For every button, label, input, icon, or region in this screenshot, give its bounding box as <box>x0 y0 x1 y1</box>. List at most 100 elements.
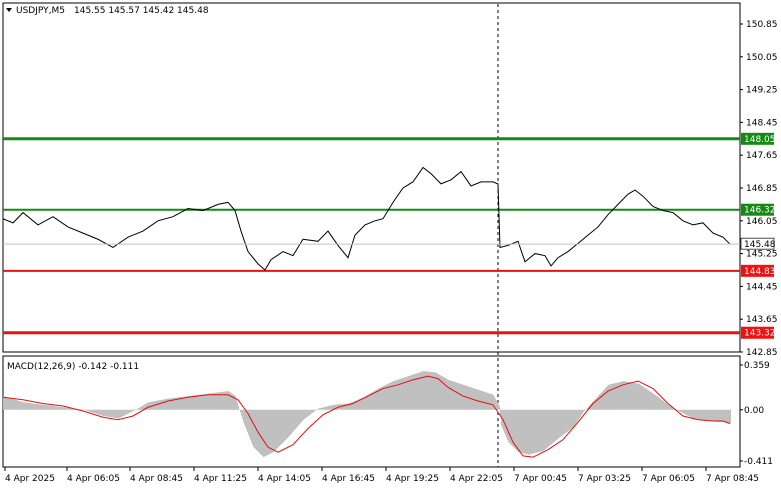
macd-bar <box>686 409 687 415</box>
macd-bar <box>490 393 491 410</box>
macd-bar <box>699 409 700 420</box>
macd-bar <box>373 391 374 410</box>
macd-bar <box>447 379 448 410</box>
macd-bar <box>556 409 557 441</box>
macd-bar <box>375 390 376 410</box>
macd-bar <box>306 409 307 418</box>
macd-bar <box>427 371 428 410</box>
macd-bar <box>638 383 639 410</box>
macd-bar <box>150 401 151 410</box>
macd-bar <box>479 390 480 410</box>
macd-bar <box>291 409 292 434</box>
macd-bar <box>139 407 140 410</box>
macd-bar <box>65 407 66 410</box>
macd-bar <box>336 404 337 410</box>
macd-bar <box>529 409 530 455</box>
macd-bar <box>185 396 186 410</box>
macd-bar <box>156 400 157 410</box>
macd-bar <box>108 409 109 417</box>
macd-bar <box>208 393 209 410</box>
macd-bar <box>629 382 630 410</box>
macd-bar <box>395 380 396 410</box>
macd-bar <box>665 402 666 410</box>
macd-bar <box>385 385 386 410</box>
macd-bar <box>380 387 381 410</box>
macd-bar <box>693 409 694 419</box>
macd-bar <box>367 394 368 410</box>
macd-bar <box>15 399 16 410</box>
macd-bar <box>307 409 308 417</box>
macd-bar <box>515 409 516 450</box>
macd-bar <box>566 409 567 433</box>
macd-bar <box>254 409 255 449</box>
macd-bar <box>545 409 546 450</box>
macd-bar <box>723 409 724 423</box>
macd-bar <box>67 407 68 410</box>
macd-bar <box>369 393 370 410</box>
macd-bar <box>454 381 455 410</box>
macd-bar <box>277 409 278 449</box>
symbol-label: USDJPY,M5 <box>16 6 65 16</box>
macd-bar <box>21 401 22 410</box>
macd-bar <box>634 382 635 410</box>
macd-bar <box>476 389 477 410</box>
macd-bar <box>229 391 230 410</box>
macd-bar <box>649 390 650 410</box>
macd-bar <box>232 393 233 410</box>
macd-bar <box>614 383 615 410</box>
macd-bar <box>632 382 633 410</box>
macd-bar <box>47 405 48 410</box>
macd-bar <box>4 396 5 410</box>
macd-bar <box>107 409 108 417</box>
macd-bar <box>698 409 699 420</box>
macd-bar <box>3 396 4 410</box>
macd-bar <box>278 409 279 448</box>
macd-bar <box>161 399 162 410</box>
macd-bar <box>550 409 551 446</box>
macd-bar <box>539 409 540 452</box>
time-axis-label: 4 Apr 14:05 <box>258 474 311 484</box>
macd-bar <box>195 395 196 410</box>
macd-bar <box>640 384 641 410</box>
macd-bar <box>12 398 13 410</box>
macd-bar <box>240 409 241 413</box>
macd-bar <box>100 409 101 416</box>
macd-bar <box>227 391 228 410</box>
macd-bar <box>252 409 253 445</box>
macd-bar <box>98 409 99 415</box>
macd-bar <box>666 403 667 410</box>
macd-bar <box>496 400 497 410</box>
macd-bar <box>126 409 127 415</box>
macd-bar <box>293 409 294 432</box>
macd-bar <box>487 392 488 410</box>
macd-bar <box>474 388 475 410</box>
macd-bar <box>663 401 664 410</box>
time-axis-label: 7 Apr 03:25 <box>578 474 631 484</box>
macd-bar <box>612 383 613 410</box>
macd-bar <box>11 398 12 410</box>
macd-bar <box>56 406 57 410</box>
macd-bar <box>451 380 452 410</box>
macd-bar <box>320 408 321 410</box>
macd-bar <box>562 409 563 436</box>
macd-bar <box>90 409 91 412</box>
trading-chart[interactable]: USDJPY,M5 145.55 145.57 145.42 145.48 15… <box>0 0 781 489</box>
macd-bar <box>681 409 682 413</box>
macd-bar <box>279 409 280 447</box>
macd-bar <box>253 409 254 448</box>
macd-bar <box>601 392 602 410</box>
macd-bar <box>457 382 458 410</box>
macd-bar <box>600 393 601 410</box>
macd-bar <box>211 393 212 410</box>
macd-bar <box>225 391 226 410</box>
macd-bar <box>506 409 507 438</box>
macd-bar <box>709 409 710 422</box>
macd-bar <box>703 409 704 421</box>
macd-bar <box>549 409 550 446</box>
macd-bar <box>577 409 578 422</box>
macd-bar <box>262 409 263 457</box>
macd-bar <box>81 409 82 411</box>
macd-bar <box>507 409 508 440</box>
macd-bar <box>230 392 231 410</box>
macd-axis-label: -0.411 <box>744 457 773 467</box>
